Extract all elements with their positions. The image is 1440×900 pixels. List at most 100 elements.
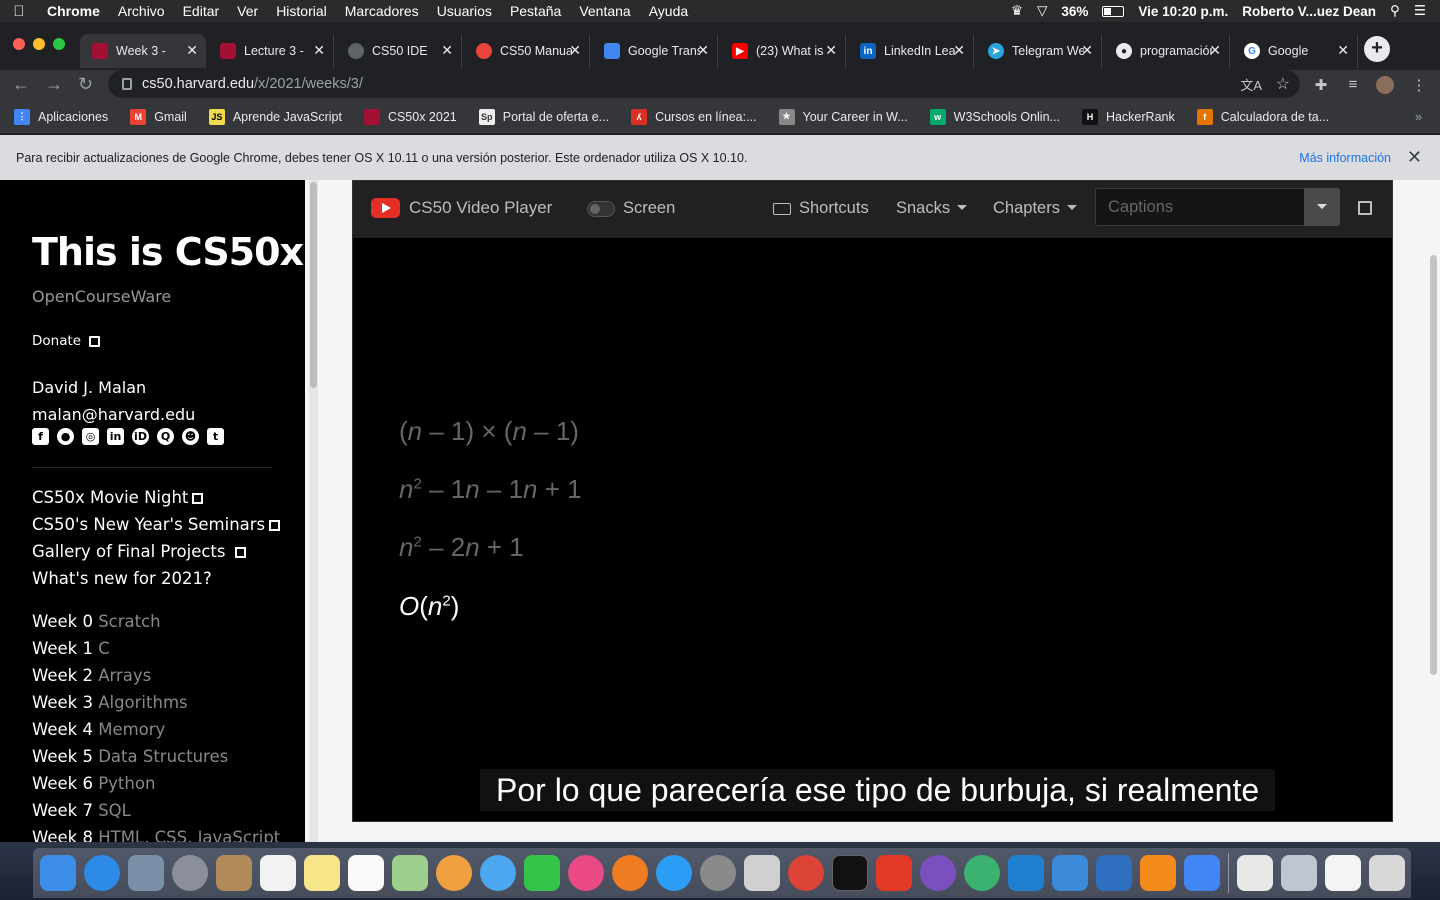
captions-select[interactable]: Captions xyxy=(1095,188,1340,226)
calculator-icon[interactable] xyxy=(744,855,780,891)
display-icon[interactable] xyxy=(1325,855,1361,891)
finder-icon[interactable] xyxy=(40,855,76,891)
snacks-dropdown[interactable]: Snacks xyxy=(896,199,968,218)
menu-marcadores[interactable]: Marcadores xyxy=(336,0,428,22)
close-tab-icon[interactable]: ✕ xyxy=(186,42,198,59)
orcid-icon[interactable]: iD xyxy=(132,428,149,445)
translate-icon[interactable]: 文A xyxy=(1240,75,1262,94)
main-scroll-thumb[interactable] xyxy=(1430,255,1437,675)
close-infobar-icon[interactable]: ✕ xyxy=(1407,147,1422,168)
bookmark-aplicaciones[interactable]: ⋮ Aplicaciones xyxy=(14,108,108,125)
sidebar-scroll-thumb[interactable] xyxy=(310,182,317,388)
downloads-stack-icon[interactable] xyxy=(1281,855,1317,891)
week-item[interactable]: Week 7 SQL xyxy=(32,797,280,824)
reading-list-icon[interactable]: ≡ xyxy=(1344,76,1362,94)
notification-center-icon[interactable]: ☰ xyxy=(1414,3,1426,19)
close-tab-icon[interactable]: ✕ xyxy=(569,42,581,59)
menu-app-name[interactable]: Chrome xyxy=(38,0,109,22)
screen-toggle[interactable] xyxy=(587,201,615,217)
vscode-icon[interactable] xyxy=(1008,855,1044,891)
facetime-icon[interactable] xyxy=(524,855,560,891)
tab-week3[interactable]: Week 3 - ✕ xyxy=(80,34,206,68)
bookmarks-overflow-icon[interactable]: » xyxy=(1415,110,1422,124)
bookmark-calculadora[interactable]: f Calculadora de ta... xyxy=(1196,108,1329,125)
minimize-window-button[interactable] xyxy=(33,38,45,50)
week-item[interactable]: Week 8 HTML, CSS, JavaScript xyxy=(32,824,280,842)
close-window-button[interactable] xyxy=(13,38,25,50)
google-docs-icon[interactable] xyxy=(1184,855,1220,891)
link-whats-new[interactable]: What's new for 2021? xyxy=(32,565,280,592)
forward-button[interactable]: → xyxy=(45,74,63,95)
app-store-icon[interactable] xyxy=(656,855,692,891)
tab-youtube[interactable]: ▶ (23) What is ✕ xyxy=(720,34,846,68)
week-item[interactable]: Week 4 Memory xyxy=(32,716,280,743)
chrome-menu-icon[interactable]: ⋮ xyxy=(1410,76,1428,94)
linkedin-icon[interactable]: in xyxy=(107,428,124,445)
documents-stack-icon[interactable] xyxy=(1237,855,1273,891)
menu-pestana[interactable]: Pestaña xyxy=(501,0,570,22)
tab-github[interactable]: ● programación ✕ xyxy=(1104,34,1230,68)
site-title[interactable]: This is CS50x xyxy=(32,230,304,274)
back-button[interactable]: ← xyxy=(12,74,30,95)
bookmark-aprende-javascript[interactable]: JS Aprende JavaScript xyxy=(208,108,342,125)
week-item[interactable]: Week 2 Arrays xyxy=(32,662,280,689)
safari-icon[interactable] xyxy=(84,855,120,891)
battery-icon[interactable] xyxy=(1102,5,1125,17)
menu-ver[interactable]: Ver xyxy=(228,0,267,22)
bookmark-hackerrank[interactable]: H HackerRank xyxy=(1081,108,1175,125)
clock[interactable]: Vie 10:20 p.m. xyxy=(1138,4,1228,19)
close-tab-icon[interactable]: ✕ xyxy=(441,42,453,59)
spotlight-search-icon[interactable]: ⚲ xyxy=(1390,3,1400,19)
tab-cs50-ide[interactable]: CS50 IDE ✕ xyxy=(336,34,462,68)
ibooks-icon[interactable] xyxy=(612,855,648,891)
preview-icon[interactable] xyxy=(128,855,164,891)
tab-google-translate[interactable]: Google Translate ✕ xyxy=(592,34,718,68)
bookmark-star-icon[interactable]: ☆ xyxy=(1276,74,1290,94)
profile-avatar[interactable] xyxy=(1376,76,1394,94)
week-item[interactable]: Week 1 C xyxy=(32,635,280,662)
address-bar[interactable]: cs50.harvard.edu/x/2021/weeks/3/ 文A ☆ xyxy=(108,70,1300,98)
chapters-dropdown[interactable]: Chapters xyxy=(993,199,1077,218)
tab-telegram[interactable]: ➤ Telegram Web ✕ xyxy=(976,34,1102,68)
photos-icon[interactable] xyxy=(436,855,472,891)
battery-percent[interactable]: 36% xyxy=(1061,4,1088,19)
menu-historial[interactable]: Historial xyxy=(267,0,336,22)
week-item[interactable]: Week 0 Scratch xyxy=(32,608,280,635)
week-item[interactable]: Week 3 Algorithms xyxy=(32,689,280,716)
bookmark-w3schools[interactable]: w W3Schools Onlin... xyxy=(929,108,1060,125)
terminal-icon[interactable] xyxy=(832,855,868,891)
emacs-icon[interactable] xyxy=(920,855,956,891)
bookmark-gmail[interactable]: M Gmail xyxy=(130,108,187,125)
system-preferences-icon[interactable] xyxy=(700,855,736,891)
messages-icon[interactable] xyxy=(480,855,516,891)
close-tab-icon[interactable]: ✕ xyxy=(953,42,965,59)
atom-icon[interactable] xyxy=(964,855,1000,891)
tab-linkedin[interactable]: in LinkedIn Learning ✕ xyxy=(848,34,974,68)
facebook-icon[interactable]: f xyxy=(32,428,49,445)
wifi-icon[interactable]: ▽ xyxy=(1037,3,1047,19)
xcode-icon[interactable] xyxy=(1052,855,1088,891)
quora-icon[interactable]: Q xyxy=(157,428,174,445)
github-icon[interactable]: ● xyxy=(57,428,74,445)
author-email[interactable]: malan@harvard.edu xyxy=(32,401,195,428)
menu-ayuda[interactable]: Ayuda xyxy=(640,0,697,22)
popout-icon[interactable] xyxy=(1358,201,1372,215)
video-area[interactable]: (n – 1) × (n – 1) n2 – 1n – 1n + 1 n2 – … xyxy=(353,238,1392,821)
donate-link[interactable]: Donate xyxy=(32,333,101,349)
week-item[interactable]: Week 5 Data Structures xyxy=(32,743,280,770)
more-info-link[interactable]: Más información xyxy=(1299,151,1391,165)
lock-icon[interactable] xyxy=(122,78,132,90)
tab-lecture3[interactable]: Lecture 3 - ✕ xyxy=(208,34,334,68)
menu-archivo[interactable]: Archivo xyxy=(109,0,174,22)
vlc-icon[interactable] xyxy=(1140,855,1176,891)
zoom-window-button[interactable] xyxy=(53,38,65,50)
instagram-icon[interactable]: ◎ xyxy=(82,428,99,445)
bookmark-your-career[interactable]: ★ Your Career in W... xyxy=(778,108,908,125)
user-name[interactable]: Roberto V...uez Dean xyxy=(1242,4,1376,19)
tab-cs50-manual[interactable]: CS50 Manual ✕ xyxy=(464,34,590,68)
menu-ventana[interactable]: Ventana xyxy=(570,0,639,22)
link-new-years-seminars[interactable]: CS50's New Year's Seminars xyxy=(32,511,281,538)
launchpad-icon[interactable] xyxy=(172,855,208,891)
close-tab-icon[interactable]: ✕ xyxy=(825,42,837,59)
new-tab-button[interactable]: + xyxy=(1364,36,1390,62)
